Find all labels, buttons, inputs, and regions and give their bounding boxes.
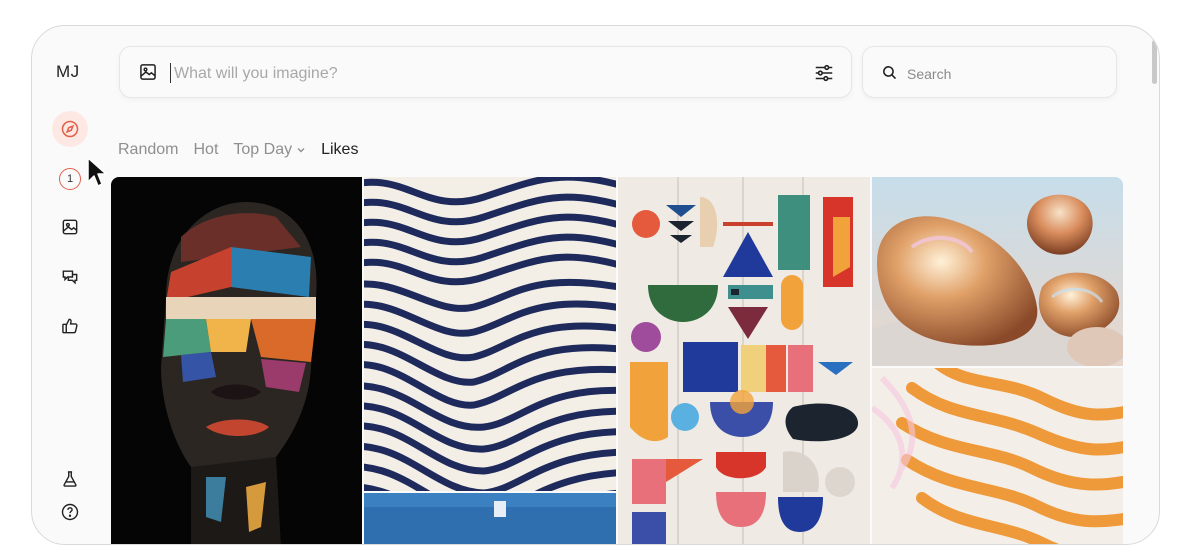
sidebar-item-likes[interactable] [52, 308, 88, 344]
compass-icon [61, 120, 79, 138]
text-caret [170, 63, 171, 83]
gallery-image-geometric-shapes[interactable] [618, 177, 870, 544]
image-icon [62, 219, 78, 235]
sidebar-item-explore[interactable] [52, 111, 88, 147]
tab-hot[interactable]: Hot [193, 141, 218, 159]
gallery-image-blue-sky[interactable] [364, 493, 616, 544]
sidebar-item-create[interactable] [52, 209, 88, 245]
tab-likes[interactable]: Likes [321, 141, 358, 159]
gallery-image-painted-face[interactable] [111, 177, 362, 544]
chat-bubbles-icon [62, 270, 78, 285]
tab-top-day-label: Top Day [233, 141, 293, 158]
search-bar[interactable] [862, 46, 1117, 98]
chevron-down-icon [297, 148, 305, 153]
flask-icon [63, 471, 77, 487]
sidebar-item-chat[interactable] [52, 259, 88, 295]
image-upload-icon[interactable] [138, 62, 158, 82]
search-icon [883, 66, 897, 80]
image-gallery [111, 177, 1123, 544]
thumbs-up-icon [62, 318, 78, 334]
sidebar-item-tasks[interactable]: 1 [52, 161, 88, 197]
search-input[interactable] [905, 60, 1104, 88]
scrollbar-thumb[interactable] [1152, 40, 1157, 84]
gallery-image-orange-stripes[interactable] [872, 368, 1123, 544]
sidebar-item-help[interactable] [52, 494, 88, 530]
prompt-bar[interactable] [119, 46, 852, 98]
settings-sliders-icon[interactable] [813, 62, 835, 84]
tab-random[interactable]: Random [118, 141, 178, 159]
help-icon [61, 503, 79, 521]
tab-top-day[interactable]: Top Day [233, 141, 306, 159]
sidebar-item-labs[interactable] [52, 461, 88, 497]
task-count-badge: 1 [59, 168, 81, 190]
gallery-image-wavy-lines[interactable] [364, 177, 616, 491]
app-window: MJ 1 What will you imagine? Search Rando… [31, 25, 1160, 545]
gallery-image-gold-blobs[interactable] [872, 177, 1123, 366]
mouse-cursor-icon [87, 157, 107, 187]
feed-tabs: Random Hot Top Day Likes [118, 141, 373, 159]
prompt-input[interactable] [172, 60, 796, 88]
logo[interactable]: MJ [56, 62, 80, 82]
